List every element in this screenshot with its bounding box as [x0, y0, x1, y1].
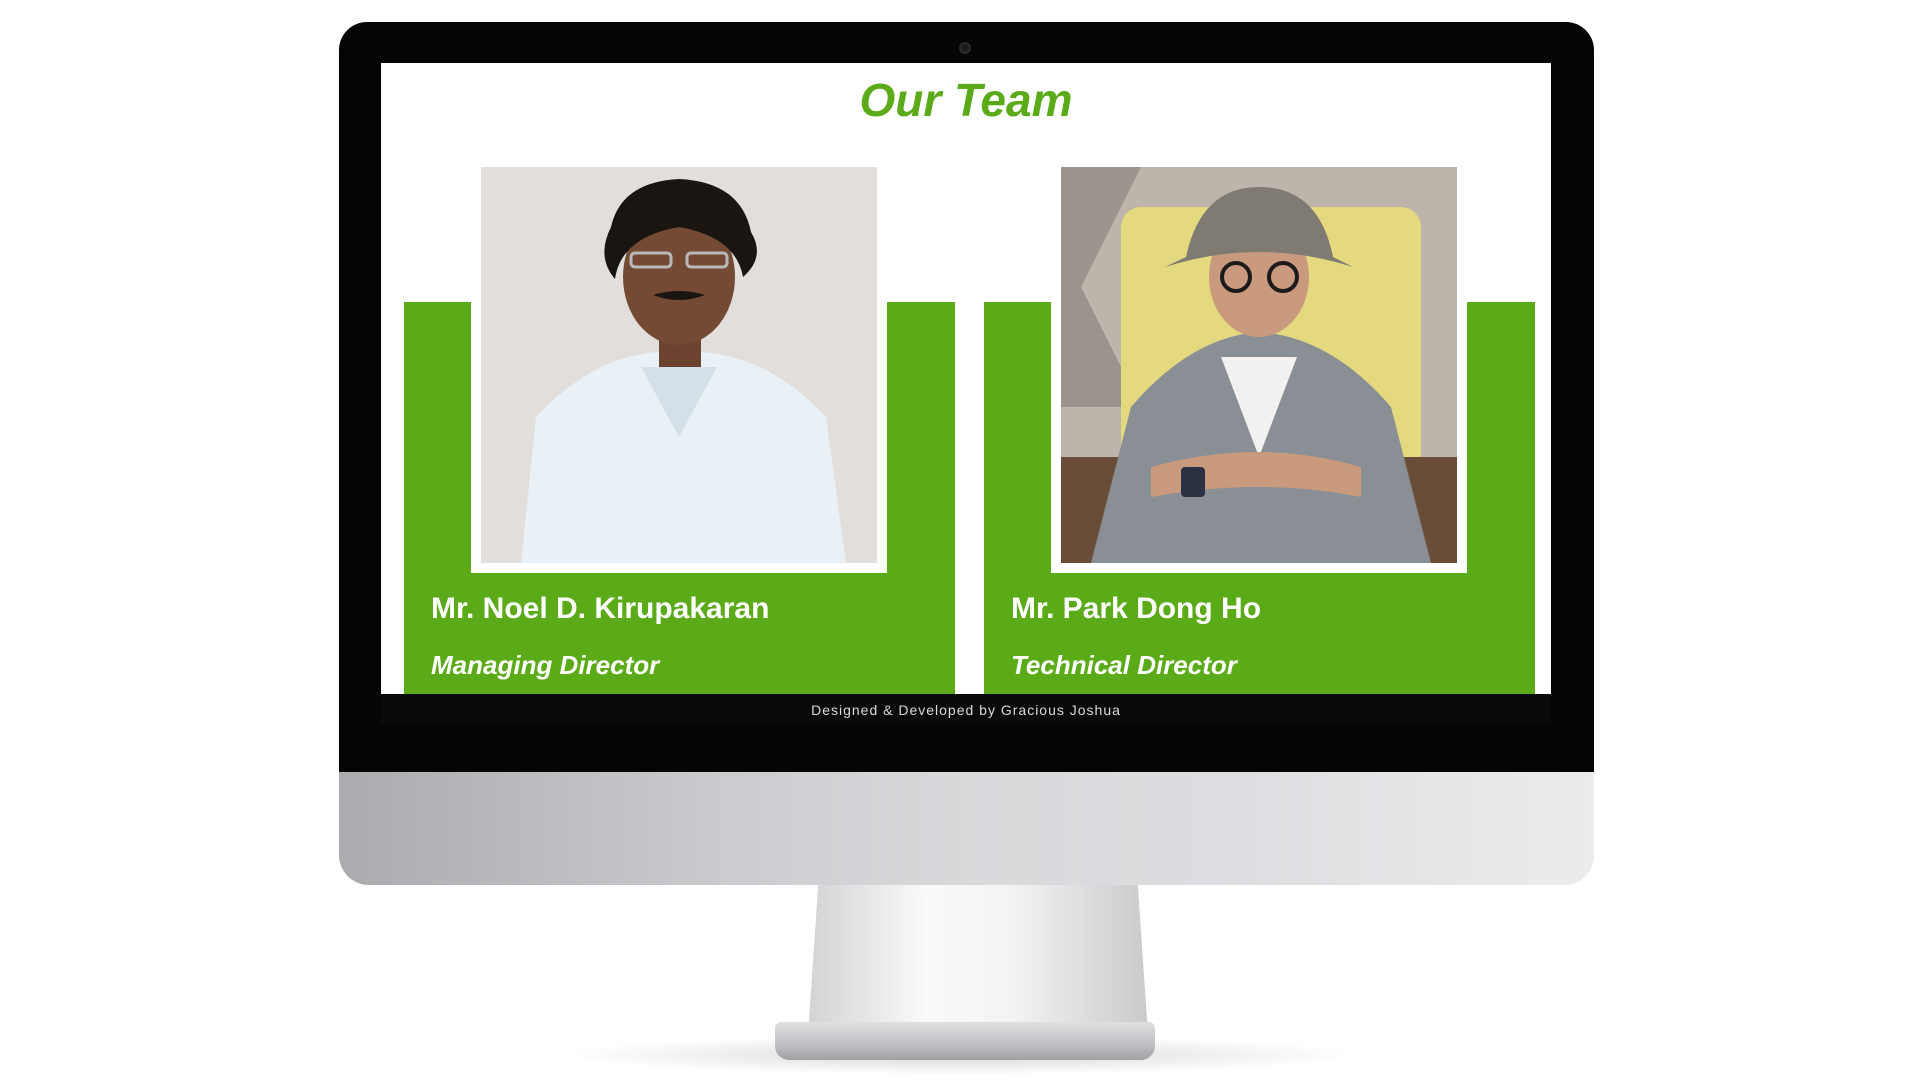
imac-stand-neck	[808, 885, 1148, 1035]
footer: Designed & Developed by Gracious Joshua	[381, 694, 1551, 724]
member-role: Technical Director	[1011, 650, 1237, 680]
member-photo-frame-2	[1051, 163, 1467, 573]
member-photo-1	[481, 167, 877, 563]
imac-stand-base	[775, 1022, 1155, 1060]
footer-credit: Designed & Developed by Gracious Joshua	[811, 702, 1121, 718]
member-role: Managing Director	[431, 650, 660, 680]
page-title: Our Team	[859, 74, 1073, 126]
member-name: Mr. Noel D. Kirupakaran	[431, 592, 770, 625]
member-name: Mr. Park Dong Ho	[1011, 592, 1262, 625]
member-photo-2	[1061, 167, 1457, 563]
camera-icon	[959, 42, 971, 54]
member-photo-frame-1	[471, 163, 887, 573]
website-screen: Our Team Mr. Noel D. Kirupakaran Managin…	[381, 63, 1551, 694]
imac-chin	[339, 772, 1594, 885]
